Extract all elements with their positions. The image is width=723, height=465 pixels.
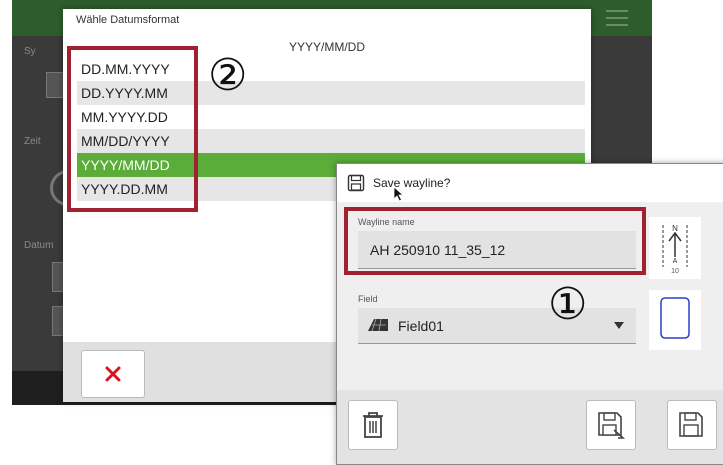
- save-icon: [679, 412, 703, 437]
- bg-item-system: Sy: [24, 46, 36, 57]
- mouse-cursor-icon: [393, 186, 405, 202]
- delete-button[interactable]: [348, 400, 398, 450]
- dropdown-arrow-icon: [614, 322, 624, 329]
- compass-icon: N A 10: [662, 224, 688, 275]
- close-icon: [105, 366, 121, 382]
- field-preview[interactable]: [649, 290, 701, 350]
- save-icon: [347, 174, 365, 192]
- wayline-preview[interactable]: N A 10: [649, 217, 701, 279]
- compass-number: 10: [671, 268, 679, 275]
- dialog-title: Save wayline?: [373, 176, 451, 190]
- field-value: Field01: [398, 318, 444, 334]
- dialog-footer: [337, 390, 723, 464]
- svg-text:A: A: [673, 258, 678, 265]
- field-label: Field: [358, 294, 378, 304]
- save-as-icon: [598, 412, 626, 439]
- highlight-box-wayline-name: [344, 207, 646, 275]
- trash-icon: [363, 412, 383, 438]
- field-select[interactable]: Field01: [358, 308, 636, 344]
- dialog-title: Wähle Datumsformat: [76, 14, 180, 26]
- cancel-button[interactable]: [81, 350, 145, 398]
- menu-icon[interactable]: [606, 10, 628, 26]
- callout-1: ①: [548, 279, 588, 330]
- field-icon: [368, 318, 388, 332]
- highlight-box-format-list: [67, 46, 198, 212]
- callout-2: ②: [208, 50, 248, 101]
- bg-item-time: Zeit: [24, 136, 41, 147]
- dialog-header: Save wayline?: [337, 164, 723, 202]
- bg-item-date: Datum: [24, 240, 54, 251]
- save-as-button[interactable]: [586, 400, 636, 450]
- save-button[interactable]: [667, 400, 717, 450]
- svg-text:N: N: [672, 224, 678, 233]
- field-boundary-icon: [660, 297, 690, 339]
